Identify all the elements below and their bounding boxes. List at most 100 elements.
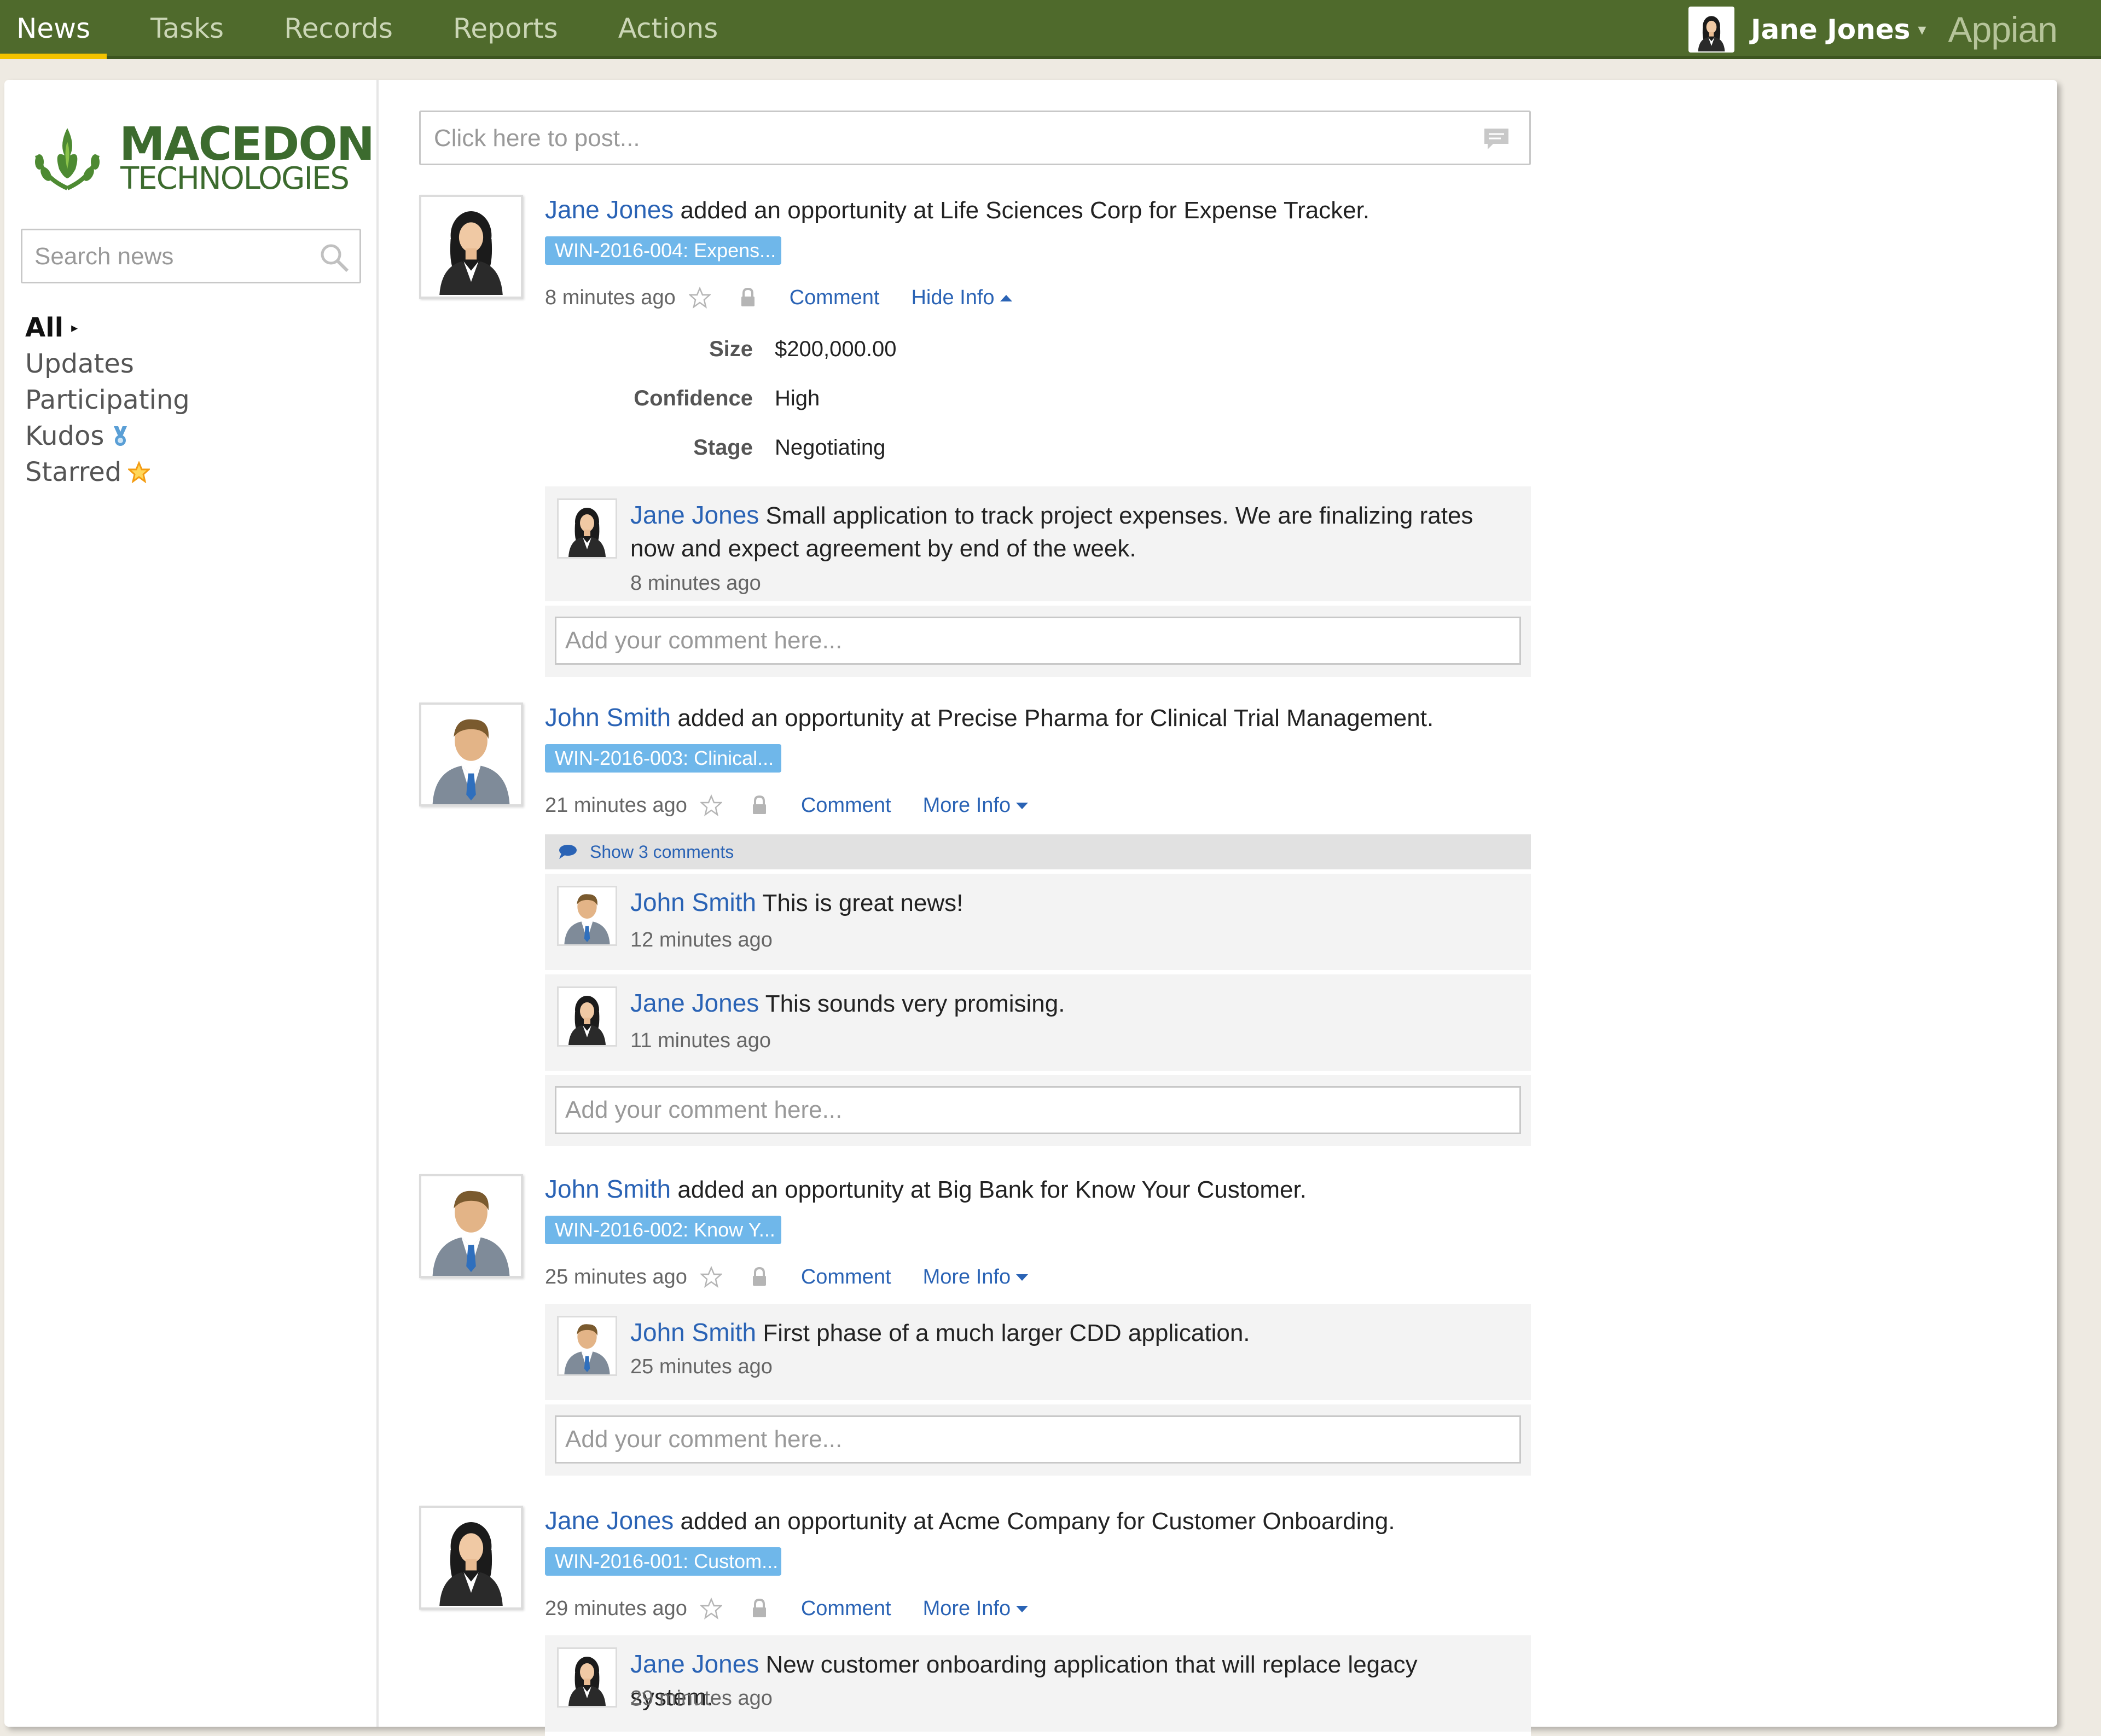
woman-avatar-icon [425,1511,518,1607]
comment-link[interactable]: Comment [790,286,880,310]
star-icon[interactable] [700,1266,722,1288]
more-info-link[interactable]: More Info [923,1265,1029,1289]
show-comments-label: Show 3 comments [590,841,734,862]
comment-input[interactable] [555,617,1521,665]
entry-headline: John Smith added an opportunity at Big B… [545,1174,1535,1205]
caret-down-icon [1016,1274,1029,1281]
avatar[interactable] [557,1647,617,1708]
woman-avatar-icon [560,990,614,1045]
comment-link[interactable]: Comment [801,794,891,817]
filter-kudos[interactable]: Kudos [25,418,190,454]
caret-up-icon [1000,295,1012,302]
entry-body: John Smith added an opportunity at Big B… [545,1174,1535,1476]
author-link[interactable]: Jane Jones [545,1506,674,1535]
show-comments-link[interactable]: Show 3 comments [545,834,1531,874]
content-panel: MACEDON TECHNOLOGIES All ▸ Updates Parti… [4,80,2057,1736]
entry-body: Jane Jones added an opportunity at Life … [545,195,1535,677]
comment-input[interactable] [555,1086,1521,1134]
more-info-link[interactable]: More Info [923,1597,1029,1621]
search-icon[interactable] [318,241,351,274]
more-info-link[interactable]: More Info [923,794,1029,817]
entry-headline: Jane Jones added an opportunity at Acme … [545,1506,1535,1536]
star-icon[interactable] [689,287,711,309]
avatar[interactable] [419,1174,523,1278]
info-label: Size [709,336,753,361]
more-info-label: More Info [922,1596,1011,1620]
post-input[interactable] [433,112,1420,165]
timestamp: 25 minutes ago [545,1265,687,1288]
lock-icon [748,1266,770,1288]
speech-bubble-icon [1484,129,1508,149]
post-box [419,111,1531,165]
info-label: Confidence [634,386,753,410]
comment-input[interactable] [555,1415,1521,1464]
author-link[interactable]: John Smith [545,703,671,731]
more-info-label: More Info [922,1265,1011,1288]
author-link[interactable]: Jane Jones [630,1650,759,1678]
comment-link[interactable]: Comment [801,1265,891,1289]
filter-participating[interactable]: Participating [25,382,190,418]
record-tag[interactable]: WIN-2016-003: Clinical... [545,744,781,773]
filter-participating-label: Participating [25,385,190,415]
hide-info-link[interactable]: Hide Info [911,286,1012,310]
tab-actions[interactable]: Actions [602,0,735,59]
chevron-down-icon[interactable]: ▾ [1918,20,1926,39]
timestamp: 11 minutes ago [630,1029,771,1052]
author-link[interactable]: Jane Jones [630,501,759,529]
avatar[interactable] [419,195,523,299]
user-avatar[interactable] [1688,7,1734,53]
user-name[interactable]: Jane Jones [1751,14,1910,45]
comment-body: This is great news! [756,890,964,916]
lock-icon [748,794,770,816]
search-input[interactable] [33,230,320,283]
avatar[interactable] [419,702,523,806]
filter-starred[interactable]: Starred [25,454,190,490]
author-link[interactable]: Jane Jones [630,989,759,1017]
record-tag[interactable]: WIN-2016-004: Expens... [545,236,781,265]
more-info-label: More Info [922,793,1011,817]
avatar[interactable] [557,498,617,559]
filter-all-label: All [25,312,64,343]
add-comment-area [545,1075,1531,1146]
avatar[interactable] [419,1506,523,1610]
entry-meta: 8 minutes ago Comment Hide Info [545,284,1535,311]
star-icon[interactable] [700,794,722,816]
author-link[interactable]: John Smith [630,1318,756,1346]
timestamp: 8 minutes ago [630,572,761,595]
comment-list: Jane Jones Small application to track pr… [545,486,1531,606]
filter-updates-label: Updates [25,349,134,379]
author-link[interactable]: John Smith [630,888,756,916]
filter-all[interactable]: All ▸ [25,310,190,346]
timestamp: 25 minutes ago [630,1355,773,1378]
comment: John Smith This is great news! 12 minute… [545,874,1531,974]
record-tag[interactable]: WIN-2016-001: Custom... [545,1547,781,1576]
comment: John Smith First phase of a much larger … [545,1304,1531,1404]
record-tag[interactable]: WIN-2016-002: Know Y... [545,1216,781,1244]
avatar[interactable] [557,886,617,946]
user-menu[interactable]: Jane Jones ▾ Appian [1688,0,2101,59]
woman-avatar-icon [425,200,518,297]
author-link[interactable]: John Smith [545,1175,671,1203]
entry-text: added an opportunity at Big Bank for Kno… [671,1176,1307,1203]
filter-updates[interactable]: Updates [25,346,190,382]
comment-link[interactable]: Comment [801,1597,891,1621]
tab-records[interactable]: Records [268,0,409,59]
author-link[interactable]: Jane Jones [545,195,674,224]
info-value: High [775,386,820,410]
tab-tasks[interactable]: Tasks [134,0,240,59]
timestamp: 29 minutes ago [545,1596,687,1620]
star-icon[interactable] [700,1598,722,1619]
sidebar: MACEDON TECHNOLOGIES All ▸ Updates Parti… [4,80,379,1727]
entry-text: added an opportunity at Precise Pharma f… [671,705,1434,731]
comment-body: First phase of a much larger CDD applica… [756,1320,1250,1346]
avatar[interactable] [557,986,617,1047]
logo-text-technologies: TECHNOLOGIES [120,161,350,196]
man-avatar-icon [423,1180,519,1276]
info-value: Negotiating [775,435,886,460]
tab-reports[interactable]: Reports [437,0,574,59]
avatar[interactable] [557,1316,617,1376]
company-logo: MACEDON TECHNOLOGIES [21,117,375,199]
medal-icon [114,426,127,446]
appian-logo: Appian [1948,9,2058,50]
tab-news[interactable]: News [0,0,107,59]
